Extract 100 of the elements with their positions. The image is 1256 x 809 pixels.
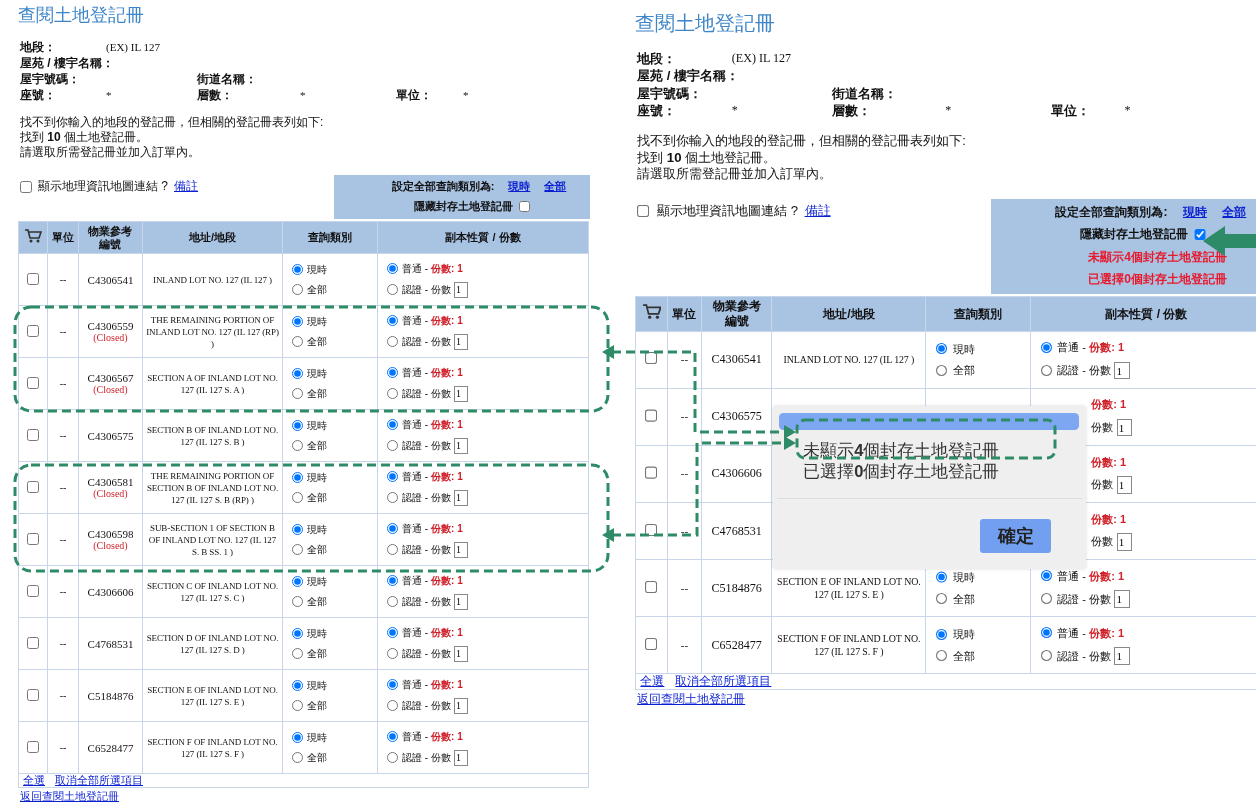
row-checkbox[interactable] [27, 688, 39, 701]
radio-button[interactable] [387, 367, 398, 378]
set-all-link[interactable]: 全部 [544, 179, 567, 194]
radio-button[interactable] [1040, 364, 1053, 377]
radio-button[interactable] [936, 343, 949, 356]
set-all-link[interactable]: 全部 [1222, 203, 1247, 221]
count-input[interactable]: 1 [1114, 361, 1130, 380]
count-input[interactable]: 1 [1116, 419, 1132, 437]
count-input[interactable]: 1 [453, 749, 468, 766]
set-all-link[interactable]: 現時 [508, 179, 531, 194]
radio-button[interactable] [292, 648, 303, 659]
radio-button[interactable] [292, 264, 303, 275]
radio-button[interactable] [292, 680, 303, 691]
notes-link[interactable]: 備註 [804, 202, 831, 221]
count-input[interactable]: 1 [453, 333, 468, 350]
radio-button[interactable] [387, 679, 398, 690]
count-input[interactable]: 1 [453, 437, 468, 454]
radio-button[interactable] [292, 284, 303, 295]
back-link[interactable]: 返回查閱土地登記冊 [637, 691, 746, 706]
count-input[interactable]: 1 [453, 385, 468, 402]
notes-link[interactable]: 備註 [174, 178, 198, 195]
radio-button[interactable] [292, 388, 303, 399]
set-all-link[interactable]: 現時 [1182, 203, 1207, 221]
count-input[interactable]: 1 [453, 645, 468, 662]
map-checkbox[interactable] [637, 204, 651, 219]
radio-button[interactable] [387, 544, 398, 555]
row-checkbox[interactable] [644, 523, 659, 537]
count-input[interactable]: 1 [453, 489, 468, 506]
radio-button[interactable] [387, 315, 398, 326]
radio-button[interactable] [387, 284, 398, 295]
radio-button[interactable] [292, 472, 303, 483]
radio-button[interactable] [292, 544, 303, 555]
count-label: 份數 [1091, 420, 1114, 436]
radio-button[interactable] [292, 316, 303, 327]
hide-closed-checkbox[interactable] [1194, 228, 1207, 241]
radio-button[interactable] [387, 596, 398, 607]
radio-button[interactable] [936, 593, 949, 606]
row-checkbox[interactable] [27, 272, 39, 285]
radio-button[interactable] [387, 336, 398, 347]
radio-label: 認證 - 份數 [402, 490, 451, 505]
radio-button[interactable] [292, 336, 303, 347]
radio-button[interactable] [387, 523, 398, 534]
radio-button[interactable] [292, 368, 303, 379]
count-input[interactable]: 1 [1114, 590, 1130, 608]
confirm-button[interactable]: 確定 [980, 518, 1051, 553]
radio-button[interactable] [1040, 627, 1053, 640]
radio-button[interactable] [936, 364, 949, 377]
radio-button[interactable] [936, 650, 949, 663]
row-checkbox[interactable] [27, 376, 39, 389]
row-checkbox[interactable] [27, 480, 39, 493]
radio-button[interactable] [387, 575, 398, 586]
radio-button[interactable] [292, 732, 303, 743]
row-checkbox[interactable] [644, 466, 659, 480]
radio-button[interactable] [387, 471, 398, 482]
count-input[interactable]: 1 [453, 593, 468, 610]
count-input[interactable]: 1 [453, 281, 468, 298]
radio-button[interactable] [292, 492, 303, 503]
radio-button[interactable] [387, 263, 398, 274]
row-checkbox[interactable] [644, 580, 659, 594]
count-input[interactable]: 1 [1116, 476, 1132, 494]
radio-button[interactable] [387, 440, 398, 451]
row-checkbox[interactable] [644, 352, 659, 366]
radio-button[interactable] [936, 571, 949, 584]
radio-button[interactable] [936, 628, 949, 641]
radio-button[interactable] [1040, 593, 1053, 606]
row-checkbox[interactable] [644, 409, 659, 423]
radio-button[interactable] [292, 628, 303, 639]
radio-button[interactable] [387, 752, 398, 763]
count-input[interactable]: 1 [1114, 647, 1130, 665]
radio-button[interactable] [387, 627, 398, 638]
row-checkbox[interactable] [27, 532, 39, 545]
row-checkbox[interactable] [27, 428, 39, 441]
back-link[interactable]: 返回查閱土地登記冊 [20, 790, 119, 802]
radio-button[interactable] [387, 648, 398, 659]
row-checkbox[interactable] [27, 740, 39, 753]
row-checkbox[interactable] [27, 324, 39, 337]
radio-button[interactable] [292, 596, 303, 607]
radio-button[interactable] [387, 419, 398, 430]
radio-button[interactable] [292, 524, 303, 535]
radio-button[interactable] [292, 440, 303, 451]
radio-button[interactable] [292, 420, 303, 431]
radio-button[interactable] [1040, 650, 1053, 663]
row-checkbox[interactable] [27, 636, 39, 649]
radio-button[interactable] [387, 700, 398, 711]
radio-button[interactable] [387, 388, 398, 399]
row-checkbox[interactable] [644, 637, 659, 651]
radio-button[interactable] [387, 731, 398, 742]
count-input[interactable]: 1 [1116, 533, 1132, 551]
field-value: * [731, 102, 739, 120]
radio-button[interactable] [292, 752, 303, 763]
count-input[interactable]: 1 [453, 541, 468, 558]
radio-button[interactable] [1040, 341, 1053, 354]
radio-button[interactable] [292, 576, 303, 587]
row-checkbox[interactable] [27, 584, 39, 597]
map-checkbox[interactable] [20, 180, 32, 193]
radio-button[interactable] [292, 700, 303, 711]
hide-closed-checkbox[interactable] [519, 201, 530, 212]
radio-button[interactable] [1040, 570, 1053, 583]
radio-button[interactable] [387, 492, 398, 503]
count-input[interactable]: 1 [453, 697, 468, 714]
